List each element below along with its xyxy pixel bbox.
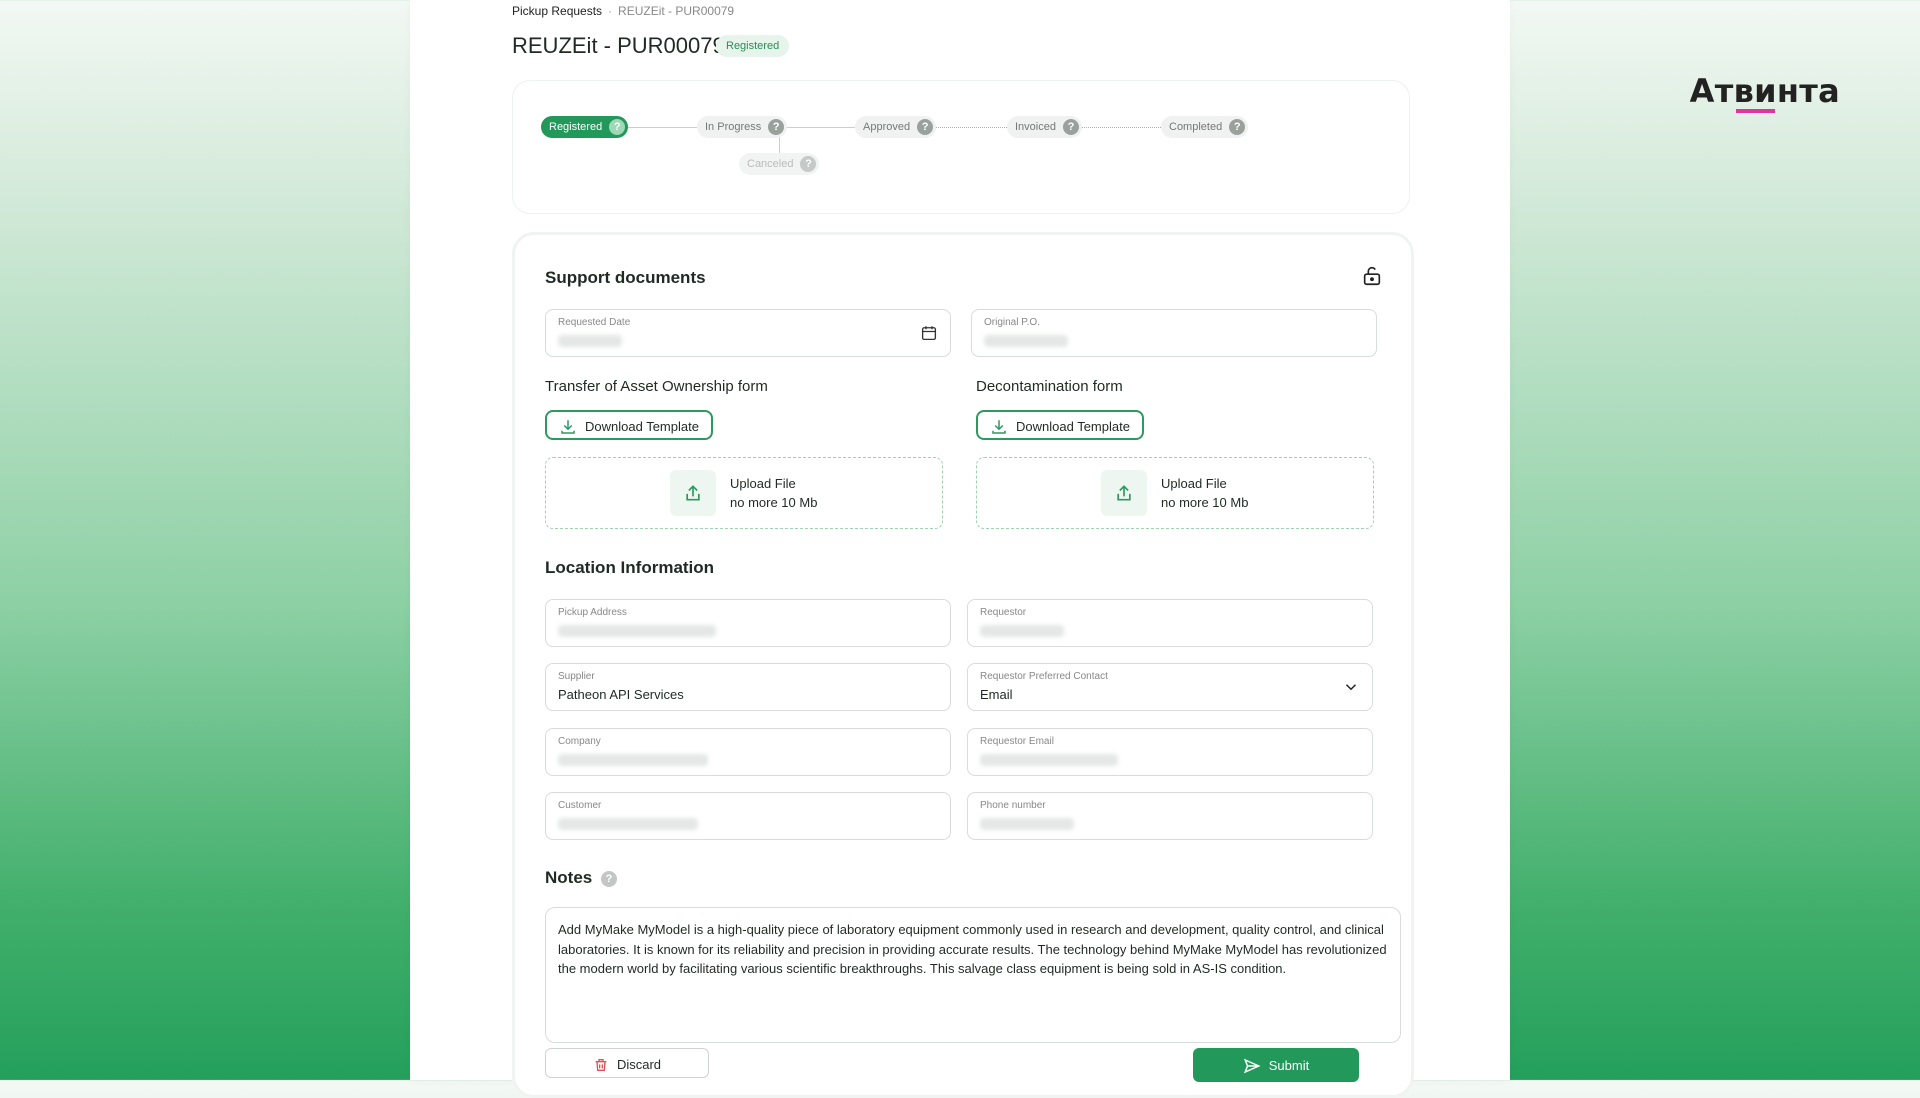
send-icon xyxy=(1243,1058,1261,1074)
main-panel: Pickup Requests · REUZEit - PUR00079 REUZE… xyxy=(410,0,1510,1098)
breadcrumb-separator: · xyxy=(608,4,613,18)
company-field[interactable]: Company xyxy=(545,728,951,776)
preferred-contact-value: Email xyxy=(980,687,1013,702)
requestor-email-field[interactable]: Requestor Email xyxy=(967,728,1373,776)
transfer-form-heading: Transfer of Asset Ownership form xyxy=(545,378,768,395)
step-approved[interactable]: Approved? xyxy=(855,116,937,138)
requestor-value-redacted xyxy=(980,625,1064,637)
discard-button[interactable]: Discard xyxy=(545,1048,709,1078)
notes-heading: Notes xyxy=(545,868,593,887)
requestor-email-label: Requestor Email xyxy=(980,736,1054,747)
requested-date-field[interactable]: Requested Date xyxy=(545,309,951,357)
supplier-label: Supplier xyxy=(558,671,595,682)
customer-field[interactable]: Customer xyxy=(545,792,951,840)
submit-button[interactable]: Submit xyxy=(1193,1048,1359,1082)
help-icon[interactable]: ? xyxy=(609,119,626,135)
supplier-field[interactable]: Supplier Patheon API Services xyxy=(545,663,951,711)
step-canceled: Canceled? xyxy=(739,153,820,175)
company-value-redacted xyxy=(558,754,708,766)
preferred-contact-select[interactable]: Requestor Preferred Contact Email xyxy=(967,663,1373,711)
breadcrumb-root-link[interactable]: Pickup Requests xyxy=(512,4,602,18)
pickup-address-label: Pickup Address xyxy=(558,607,627,618)
requestor-label: Requestor xyxy=(980,607,1027,618)
upload-icon-box xyxy=(670,470,716,516)
status-stepper: Registered? In Progress? Approved? Invoi… xyxy=(512,80,1410,214)
upload-size-hint: no more 10 Mb xyxy=(1161,495,1249,510)
page-title: REUZEit - PUR00079 xyxy=(512,33,725,58)
requested-date-label: Requested Date xyxy=(558,317,631,328)
download-icon xyxy=(992,420,1006,434)
original-po-label: Original P.O. xyxy=(984,317,1040,328)
chevron-down-icon[interactable] xyxy=(1342,678,1360,696)
decontamination-upload-dropzone[interactable]: Upload File no more 10 Mb xyxy=(976,457,1374,529)
download-icon xyxy=(561,420,575,434)
brand-logo: Атвинта xyxy=(1689,72,1840,113)
download-decontamination-template-button[interactable]: Download Template xyxy=(976,410,1144,440)
preferred-contact-label: Requestor Preferred Contact xyxy=(980,671,1108,682)
help-icon[interactable]: ? xyxy=(768,119,785,135)
pickup-address-field[interactable]: Pickup Address xyxy=(545,599,951,647)
help-icon[interactable]: ? xyxy=(1062,119,1079,135)
customer-value-redacted xyxy=(558,818,698,830)
support-documents-heading: Support documents xyxy=(545,268,706,287)
step-completed[interactable]: Completed? xyxy=(1161,116,1249,138)
requested-date-value-redacted xyxy=(558,335,622,347)
notes-textarea[interactable]: Add MyMake MyModel is a high-quality pie… xyxy=(545,907,1401,1043)
upload-icon-box xyxy=(1101,470,1147,516)
upload-size-hint: no more 10 Mb xyxy=(730,495,818,510)
customer-label: Customer xyxy=(558,800,602,811)
calendar-icon[interactable] xyxy=(920,324,938,342)
help-icon[interactable]: ? xyxy=(800,156,817,172)
requestor-field[interactable]: Requestor xyxy=(967,599,1373,647)
unlock-icon[interactable] xyxy=(1361,265,1383,287)
request-form-card: Support documents Requested Date Origina… xyxy=(512,232,1414,1098)
step-invoiced[interactable]: Invoiced? xyxy=(1007,116,1082,138)
breadcrumb-current: REUZEit - PUR00079 xyxy=(618,4,735,18)
decontamination-form-heading: Decontamination form xyxy=(976,378,1123,395)
upload-label: Upload File xyxy=(1161,476,1227,491)
supplier-value: Patheon API Services xyxy=(558,687,684,702)
transfer-upload-dropzone[interactable]: Upload File no more 10 Mb xyxy=(545,457,943,529)
help-icon[interactable]: ? xyxy=(601,871,617,887)
phone-number-value-redacted xyxy=(980,818,1074,830)
location-information-heading: Location Information xyxy=(545,558,715,577)
step-in-progress[interactable]: In Progress? xyxy=(697,116,788,138)
upload-icon xyxy=(1117,485,1131,501)
original-po-value-redacted xyxy=(984,335,1068,347)
step-registered[interactable]: Registered? xyxy=(541,116,629,138)
breadcrumb: Pickup Requests · REUZEit - PUR00079 xyxy=(512,4,734,18)
notes-text: Add MyMake MyModel is a high-quality pie… xyxy=(558,922,1387,976)
trash-icon xyxy=(595,1059,607,1071)
pickup-address-value-redacted xyxy=(558,625,716,637)
original-po-field[interactable]: Original P.O. xyxy=(971,309,1377,357)
help-icon[interactable]: ? xyxy=(917,119,934,135)
company-label: Company xyxy=(558,736,601,747)
upload-icon xyxy=(686,485,700,501)
status-badge: Registered xyxy=(716,35,790,57)
phone-number-label: Phone number xyxy=(980,800,1046,811)
upload-label: Upload File xyxy=(730,476,796,491)
download-transfer-template-button[interactable]: Download Template xyxy=(545,410,713,440)
phone-number-field[interactable]: Phone number xyxy=(967,792,1373,840)
help-icon[interactable]: ? xyxy=(1229,119,1246,135)
requestor-email-value-redacted xyxy=(980,754,1118,766)
